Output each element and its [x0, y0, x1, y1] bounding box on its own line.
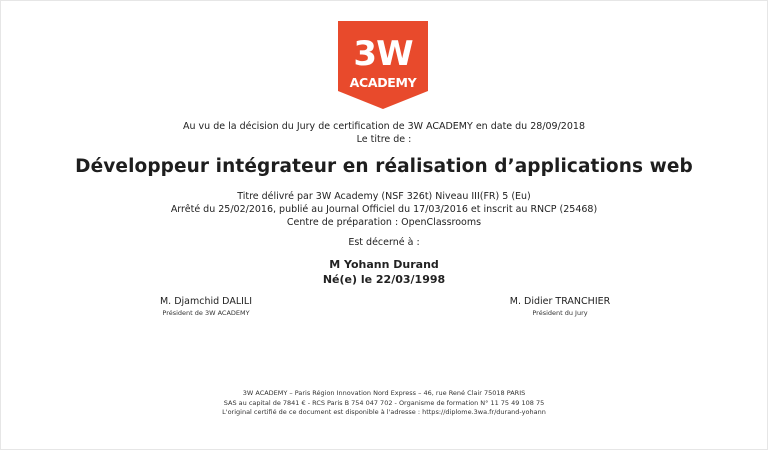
signer-right-role: Président du Jury: [532, 309, 588, 317]
footer-verification-url: L'original certifié de ce document est d…: [222, 408, 546, 416]
recipient-birthdate: Né(e) le 22/03/1998: [322, 272, 446, 286]
recipient-block: M Yohann Durand Né(e) le 22/03/1998: [0, 258, 768, 287]
certification-intro: Au vu de la décision du Jury de certific…: [0, 121, 768, 146]
3w-academy-logo: 3W ACADEMY: [338, 21, 428, 109]
signer-right-name: M. Didier TRANCHIER: [509, 296, 611, 307]
diploma-title: Développeur intégrateur en réalisation d…: [75, 156, 693, 177]
footer-address: 3W ACADEMY – Paris Région Innovation Nor…: [242, 389, 526, 397]
document-footer: 3W ACADEMY – Paris Région Innovation Nor…: [0, 389, 768, 418]
intro-line: Au vu de la décision du Jury de certific…: [183, 121, 585, 132]
intro-title-label: Le titre de :: [356, 133, 412, 145]
signer-left-name: M. Djamchid DALILI: [159, 296, 253, 307]
svg-text:3W: 3W: [353, 34, 413, 74]
diploma-details: Titre délivré par 3W Academy (NSF 326t) …: [0, 190, 768, 229]
svg-text:ACADEMY: ACADEMY: [350, 75, 418, 90]
recipient-name: M Yohann Durand: [329, 258, 439, 271]
signer-right: M. Didier TRANCHIER Président du Jury: [450, 296, 670, 318]
signer-left: M. Djamchid DALILI Président de 3W ACADE…: [96, 296, 316, 318]
awarded-label: Est décerné à :: [348, 237, 420, 248]
details-line-training-center: Centre de préparation : OpenClassrooms: [286, 217, 482, 228]
footer-legal: SAS au capital de 7841 € - RCS Paris B 7…: [223, 398, 545, 407]
details-line-title-info: Titre délivré par 3W Academy (NSF 326t) …: [237, 191, 531, 202]
logo-shield-icon: 3W ACADEMY: [338, 21, 428, 109]
details-line-decree: Arrêté du 25/02/2016, publié au Journal …: [170, 204, 598, 215]
signer-left-role: Président de 3W ACADEMY: [162, 309, 250, 317]
